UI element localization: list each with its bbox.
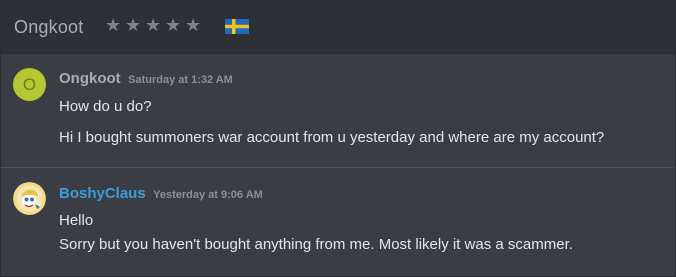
message-text: How do u do? [59, 98, 152, 115]
message-text: Hello [59, 212, 94, 229]
star-icon: ★ [105, 15, 122, 36]
header-username[interactable]: Ongkoot [14, 17, 83, 38]
star-icon: ★ [185, 15, 202, 36]
cartoon-avatar-icon [13, 182, 46, 215]
message-text: Sorry but you haven't bought anything fr… [59, 236, 573, 253]
sweden-flag-icon [225, 19, 249, 34]
message-username[interactable]: Ongkoot [59, 70, 121, 87]
message-username[interactable]: BoshyClaus [59, 185, 146, 202]
message-timestamp[interactable]: Yesterday at 9:06 AM [153, 189, 263, 201]
star-icon: ★ [125, 15, 142, 36]
star-icon: ★ [145, 15, 162, 36]
rating-stars: ★ ★ ★ ★ ★ [105, 17, 203, 35]
message-meta: Ongkoot Saturday at 1:32 AM [59, 70, 233, 88]
star-icon: ★ [165, 15, 182, 36]
message-meta: BoshyClaus Yesterday at 9:06 AM [59, 185, 263, 203]
message-timestamp[interactable]: Saturday at 1:32 AM [128, 74, 233, 86]
avatar[interactable] [13, 182, 46, 215]
conversation-panel: Ongkoot ★ ★ ★ ★ ★ O Ongkoot Saturday at … [0, 0, 676, 277]
message: BoshyClaus Yesterday at 9:06 AM Hello So… [1, 168, 675, 276]
message-text: Hi I bought summoners war account from u… [59, 129, 605, 146]
avatar[interactable]: O [13, 68, 46, 101]
message: O Ongkoot Saturday at 1:32 AM How do u d… [1, 54, 675, 167]
conversation-header: Ongkoot ★ ★ ★ ★ ★ [1, 1, 675, 54]
